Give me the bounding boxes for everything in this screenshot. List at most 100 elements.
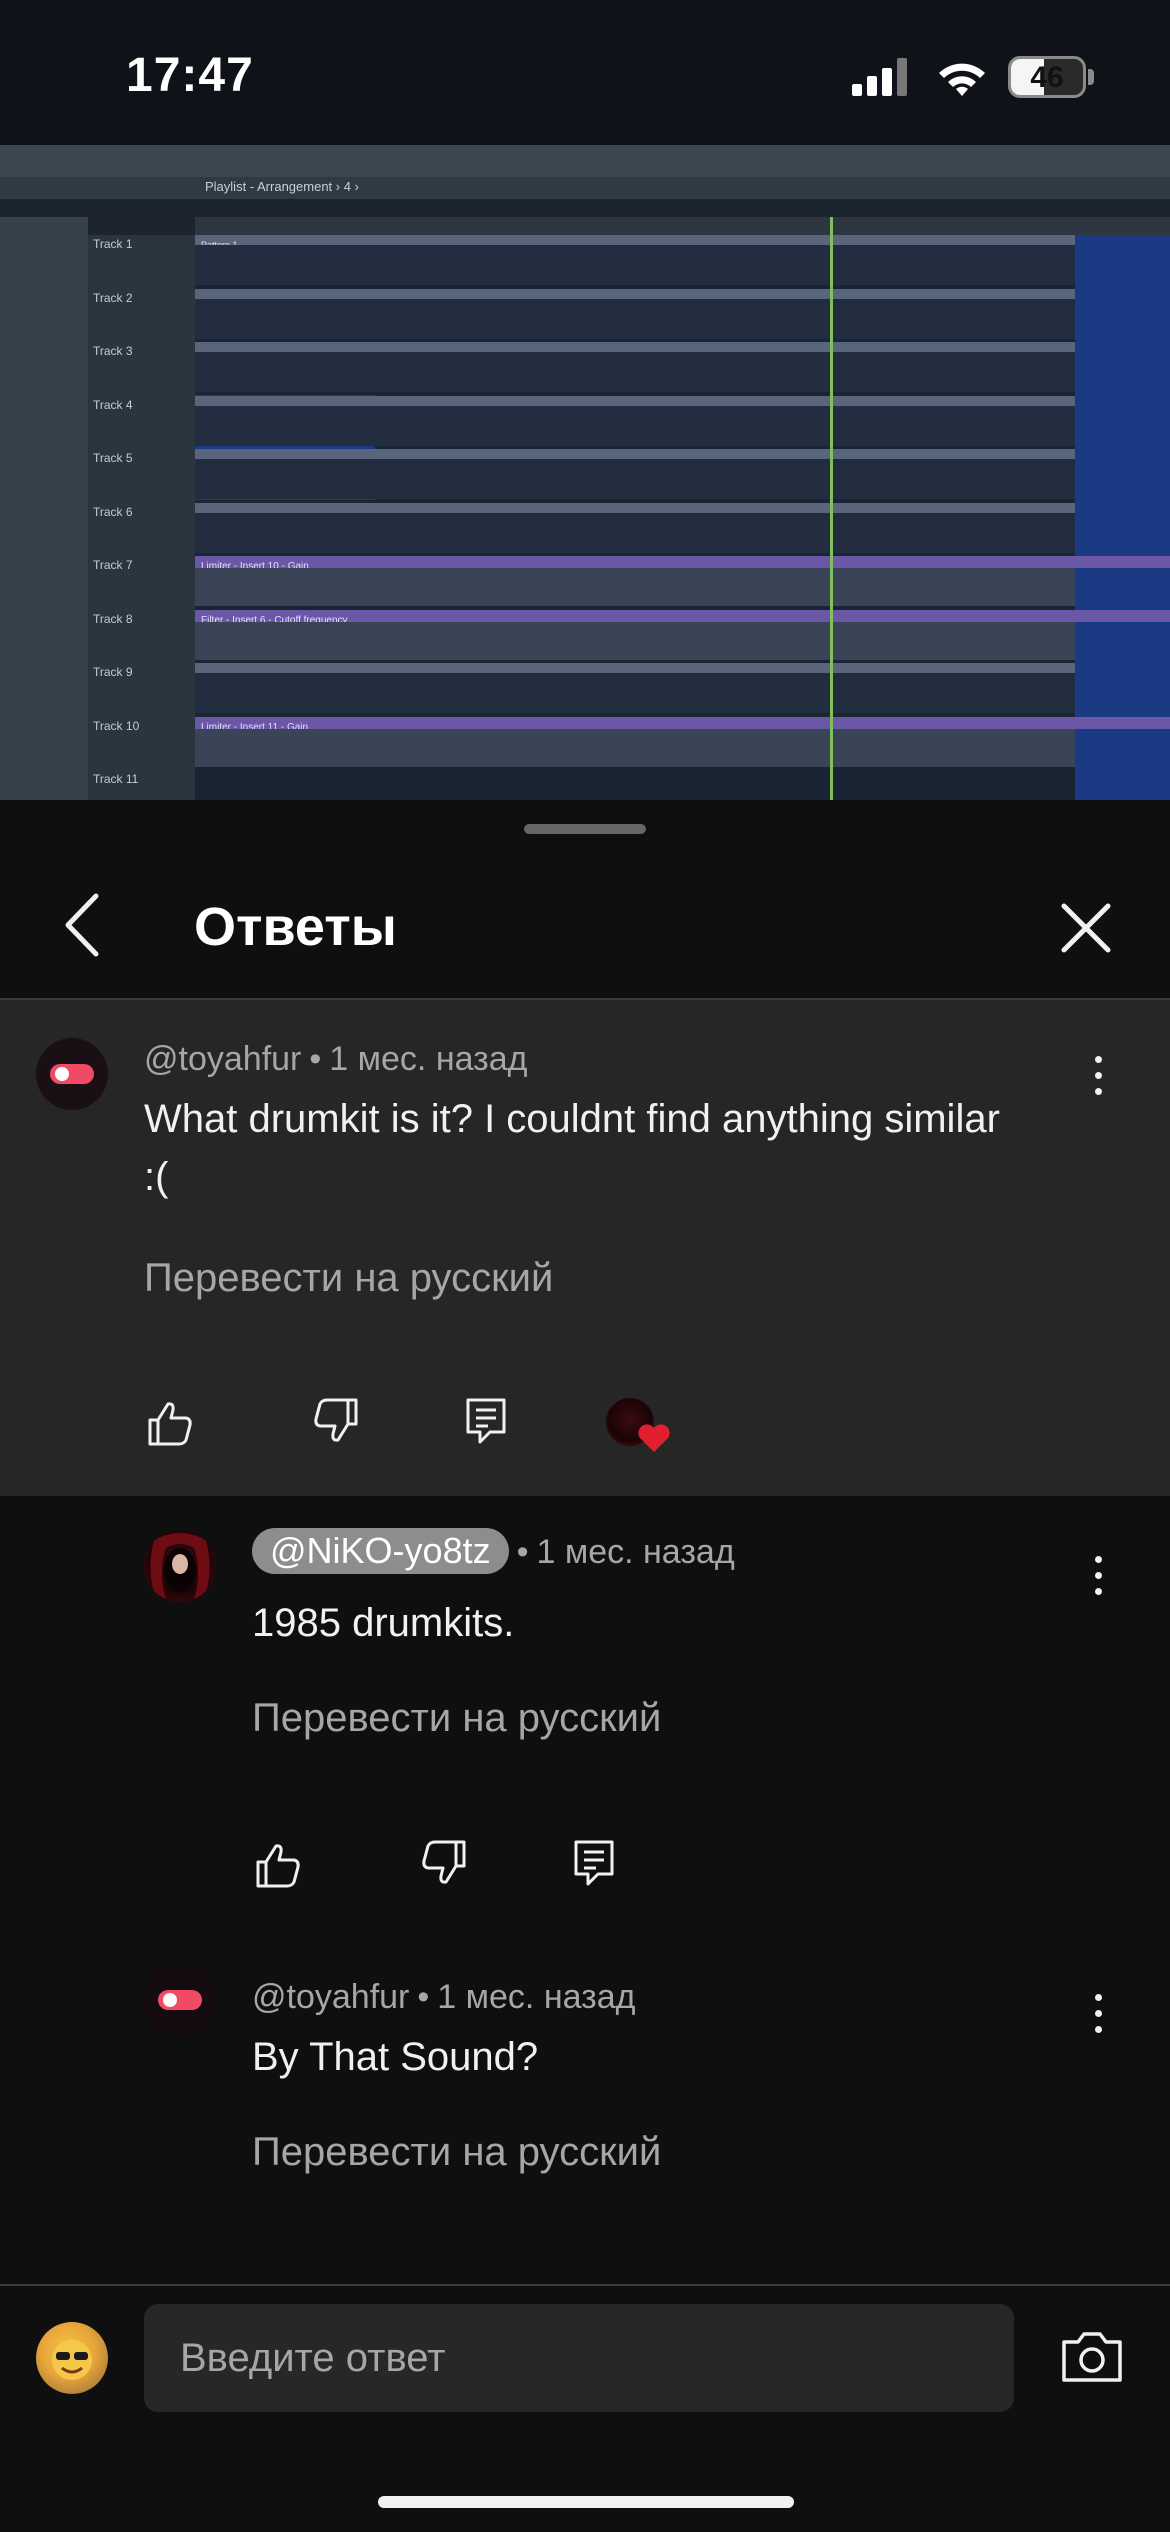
daw-browser-panel	[0, 217, 88, 800]
more-vert-icon[interactable]	[1078, 1552, 1118, 1602]
daw-timeline-ruler	[195, 217, 1170, 235]
thumbs-down-icon[interactable]	[310, 1394, 362, 1446]
chevron-left-icon[interactable]	[56, 890, 112, 960]
daw-track-label: Track 5	[93, 451, 133, 465]
reply-input[interactable]	[144, 2304, 1014, 2412]
replies-sheet: Ответы @toyahfur • 1 мес. назад What drumk…	[0, 800, 1170, 2532]
daw-track-label: Track 11	[93, 772, 139, 786]
comment-author[interactable]: @NiKO-yo8tz	[252, 1528, 509, 1574]
daw-tracks-area: Pattern 1 Limiter - Insert 10 - Gain Filte…	[195, 235, 1170, 800]
daw-automation-clip: Limiter - Insert 10 - Gain	[195, 556, 1170, 572]
daw-track-row: Filter - Insert 6 - Cutoff frequency	[195, 609, 1170, 660]
battery-indicator: 46	[1008, 56, 1086, 98]
daw-automation-body	[195, 568, 1075, 606]
daw-pattern-body	[195, 245, 1075, 285]
daw-empty-region	[1075, 235, 1170, 800]
daw-track-row	[195, 395, 1075, 446]
status-time: 17:47	[126, 49, 254, 102]
daw-track-row	[195, 449, 1075, 499]
daw-playhead	[830, 217, 833, 800]
daw-pattern-clip	[195, 288, 1075, 299]
daw-track-row	[195, 770, 1075, 800]
comment-text-line: :(	[144, 1155, 169, 1199]
battery-level: 46	[1030, 61, 1064, 94]
daw-track-row	[195, 288, 1075, 339]
thumbs-up-icon[interactable]	[144, 1398, 196, 1450]
comment-text: What drumkit is it? I couldnt find anyth…	[144, 1092, 1104, 1204]
daw-track-row	[195, 342, 1075, 392]
daw-track-label: Track 1	[93, 237, 133, 251]
daw-pattern-body	[195, 298, 1075, 339]
cellular-signal-icon	[852, 58, 912, 96]
status-bar: 17:47 46	[0, 0, 1170, 145]
daw-pattern-body	[195, 673, 1075, 713]
avatar[interactable]	[144, 1964, 216, 2036]
daw-track-label: Track 10	[93, 718, 140, 733]
daw-track-label: Track 7	[93, 558, 133, 572]
comment-meta: @NiKO-yo8tz • 1 мес. назад	[252, 1528, 735, 1574]
daw-automation-clip: Limiter - Insert 11 - Gain	[195, 716, 1170, 733]
comment-time: 1 мес. назад	[437, 1978, 636, 2016]
daw-pattern-clip	[195, 395, 1075, 406]
daw-track-label: Track 8	[93, 611, 133, 626]
daw-track-row	[195, 502, 1075, 553]
creator-heart-icon	[606, 1398, 678, 1458]
daw-track-label: Track 2	[93, 290, 133, 305]
comment-author[interactable]: @toyahfur	[144, 1040, 301, 1078]
video-player[interactable]: Playlist - Arrangement › 4 › Track 1 Trac…	[0, 145, 1170, 800]
avatar[interactable]	[36, 2322, 108, 2394]
comment-meta: @toyahfur • 1 мес. назад	[144, 1040, 528, 1078]
avatar[interactable]	[144, 1530, 216, 1602]
more-vert-icon[interactable]	[1078, 1990, 1118, 2040]
camera-icon[interactable]	[1060, 2328, 1124, 2384]
wifi-icon	[939, 63, 985, 96]
daw-track-label: Track 6	[93, 504, 133, 519]
translate-link[interactable]: Перевести на русский	[252, 2130, 661, 2175]
daw-pattern-body	[195, 352, 1075, 392]
reply-icon[interactable]	[460, 1394, 512, 1446]
comment-time: 1 мес. назад	[536, 1533, 735, 1571]
daw-pattern-clip	[195, 449, 1075, 459]
daw-toolbar	[0, 145, 1170, 177]
daw-playlist-bar: Playlist - Arrangement › 4 ›	[0, 177, 1170, 199]
daw-pattern-body	[195, 459, 1075, 499]
comment-text: 1985 drumkits.	[252, 1601, 515, 1645]
translate-link[interactable]: Перевести на русский	[252, 1696, 661, 1741]
thumbs-up-icon[interactable]	[252, 1840, 304, 1892]
reply-icon[interactable]	[568, 1836, 620, 1888]
toggle-pill-avatar-art	[158, 1990, 202, 2010]
divider	[0, 2284, 1170, 2286]
daw-automation-body	[195, 621, 1075, 660]
comment-time: 1 мес. назад	[329, 1040, 528, 1078]
comment-meta: @toyahfur • 1 мес. назад	[252, 1978, 636, 2016]
daw-playlist-title: Playlist - Arrangement › 4 ›	[205, 179, 359, 194]
daw-track-list: Track 1 Track 2 Track 3 Track 4 Track 5 Track…	[88, 235, 195, 800]
daw-track-label: Track 4	[93, 397, 133, 412]
daw-pattern-clip	[195, 502, 1075, 513]
translate-link[interactable]: Перевести на русский	[144, 1256, 553, 1301]
sheet-drag-handle[interactable]	[524, 824, 646, 834]
daw-pattern-body	[195, 512, 1075, 553]
battery-nub	[1088, 69, 1094, 85]
parent-comment: @toyahfur • 1 мес. назад What drumkit is i…	[0, 1000, 1170, 1496]
comment-author[interactable]: @toyahfur	[252, 1978, 409, 2016]
daw-automation-body	[195, 728, 1075, 767]
daw-track-label: Track 3	[93, 344, 133, 358]
home-indicator	[378, 2496, 794, 2508]
daw-track-row: Pattern 1	[195, 235, 1075, 285]
daw-automation-clip: Filter - Insert 6 - Cutoff frequency	[195, 609, 1170, 626]
comment-text-line: What drumkit is it? I couldnt find anyth…	[144, 1097, 1000, 1141]
toggle-pill-avatar-art	[50, 1064, 94, 1084]
comment-text: By That Sound?	[252, 2035, 539, 2079]
daw-track-label: Track 9	[93, 665, 133, 679]
thumbs-down-icon[interactable]	[418, 1836, 470, 1888]
daw-pattern-body	[195, 405, 1075, 446]
daw-track-row	[195, 663, 1075, 713]
avatar[interactable]	[36, 1038, 108, 1110]
daw-pattern-clip	[195, 663, 1075, 673]
daw-pattern-clip: Pattern 1	[195, 235, 1075, 250]
sheet-title: Ответы	[194, 897, 397, 957]
daw-track-row: Limiter - Insert 11 - Gain	[195, 716, 1170, 767]
daw-pattern-clip	[195, 342, 1075, 352]
close-icon[interactable]	[1058, 900, 1114, 956]
